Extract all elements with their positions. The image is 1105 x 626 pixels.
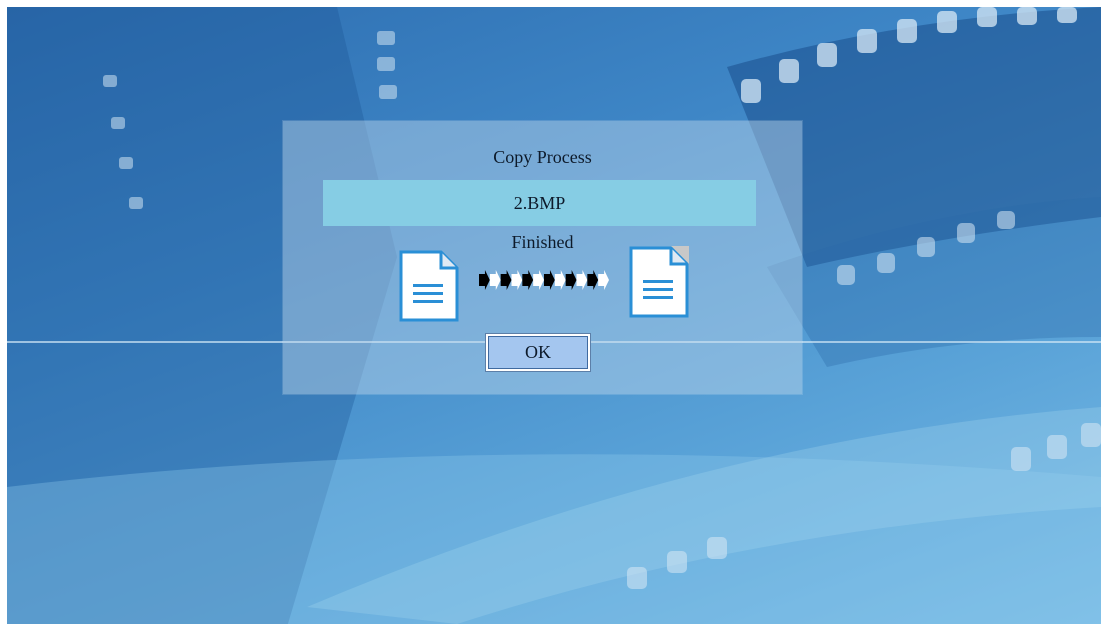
copy-process-dialog: Copy Process 2.BMP Finished OK — [283, 121, 802, 394]
destination-document-icon — [629, 246, 689, 318]
dialog-title: Copy Process — [493, 147, 592, 167]
arrow-dark-icon — [500, 270, 512, 290]
arrow-light-icon — [533, 270, 544, 290]
arrow-dark-icon — [565, 270, 577, 290]
filename-label: 2.BMP — [513, 193, 566, 213]
arrow-dark-icon — [479, 270, 490, 290]
arrow-dark-icon — [522, 270, 534, 290]
ok-button[interactable]: OK — [485, 333, 591, 372]
source-document-icon — [399, 250, 459, 322]
arrow-light-icon — [576, 270, 588, 290]
status-text: Finished — [511, 232, 574, 252]
arrow-light-icon — [598, 270, 609, 290]
arrow-light-icon — [511, 270, 523, 290]
filename-bar: 2.BMP — [323, 180, 756, 226]
arrow-dark-icon — [587, 270, 599, 290]
arrow-progress-icon — [479, 270, 609, 290]
screen: Copy Process 2.BMP Finished OK — [7, 7, 1101, 624]
arrow-dark-icon — [544, 270, 555, 290]
arrow-light-icon — [554, 270, 566, 290]
arrow-light-icon — [489, 270, 501, 290]
